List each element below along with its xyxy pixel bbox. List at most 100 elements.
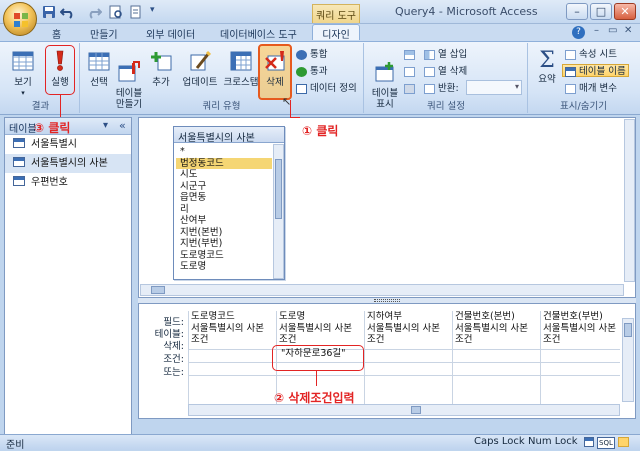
grid-cell-criteria[interactable] — [189, 346, 276, 358]
grid-cell-table[interactable]: 서울특별시의 사본 — [189, 323, 276, 335]
update-icon — [190, 50, 212, 71]
grid-cell-table[interactable]: 서울특별시의 사본 — [541, 323, 620, 335]
nav-pane-dropdown-icon[interactable]: ▾ — [103, 120, 108, 131]
nav-item-postal-code[interactable]: 우편번호 — [5, 173, 131, 192]
field-item-selected[interactable]: 법정동코드 — [176, 157, 272, 169]
delete-columns-button[interactable]: 열 삭제 — [424, 65, 467, 78]
field-item[interactable]: 지번(부번) — [176, 238, 272, 250]
tab-database-tools[interactable]: 데이터베이스 도구 — [212, 25, 305, 41]
parameters-button[interactable]: 매개 변수 — [565, 82, 617, 95]
insert-rows-button[interactable] — [404, 48, 418, 61]
table-names-button[interactable]: 테이블 이름 — [562, 64, 629, 77]
select-query-button[interactable]: 선택 — [84, 50, 114, 88]
data-definition-button[interactable]: 데이터 정의 — [296, 82, 357, 95]
delete-rows-button[interactable] — [404, 65, 418, 78]
maximize-button[interactable]: □ — [590, 3, 612, 20]
grid-column[interactable]: 지하여부 서울특별시의 사본 조건 — [364, 311, 452, 405]
view-button[interactable]: 보기 ▾ — [8, 50, 38, 99]
builder-button[interactable] — [404, 82, 418, 95]
field-item[interactable]: * — [176, 146, 272, 158]
union-button[interactable]: 통합 — [296, 48, 327, 61]
grid-cell-delete[interactable]: 조건 — [277, 334, 364, 346]
grid-horizontal-scrollbar[interactable] — [188, 404, 620, 416]
datasheet-view-icon[interactable] — [584, 437, 594, 447]
insert-columns-button[interactable]: 열 삽입 — [424, 48, 467, 61]
field-item[interactable]: 지번(본번) — [176, 227, 272, 239]
upper-scroll-thumb[interactable] — [151, 286, 165, 294]
tab-design[interactable]: 디자인 — [312, 24, 360, 41]
minimize-button[interactable]: – — [566, 3, 588, 20]
grid-column[interactable]: 건물번호(부번) 서울특별시의 사본 조건 — [540, 311, 620, 405]
field-item[interactable]: 산여부 — [176, 215, 272, 227]
nav-pane-collapse-icon[interactable]: « — [119, 119, 126, 132]
grid-cell-delete[interactable]: 조건 — [541, 334, 620, 346]
grid-cell-field[interactable]: 건물번호(부번) — [541, 311, 620, 323]
return-value-select[interactable]: ▾ — [466, 80, 522, 95]
grid-cell-criteria[interactable] — [453, 346, 540, 358]
save-icon[interactable] — [42, 5, 58, 19]
append-button[interactable]: 추가 — [146, 50, 176, 88]
grid-cell-table[interactable]: 서울특별시의 사본 — [453, 323, 540, 335]
grid-cell-table[interactable]: 서울특별시의 사본 — [277, 323, 364, 335]
grid-column[interactable]: 도로명코드 서울특별시의 사본 조건 — [188, 311, 276, 405]
close-button[interactable]: ✕ — [614, 3, 636, 20]
grid-cell-field[interactable]: 건물번호(본번) — [453, 311, 540, 323]
pass-through-button[interactable]: 통과 — [296, 65, 327, 78]
sigma-icon: Σ — [539, 48, 555, 73]
grid-vscroll-thumb[interactable] — [624, 323, 632, 337]
grid-column[interactable]: 건물번호(본번) 서울특별시의 사본 조건 — [452, 311, 540, 405]
table-icon — [13, 176, 25, 186]
make-table-button[interactable]: 테이블 만들기 — [114, 50, 144, 121]
tab-create[interactable]: 만들기 — [82, 25, 126, 41]
print-preview-icon[interactable] — [108, 5, 124, 19]
tab-external-data[interactable]: 외부 데이터 — [138, 25, 203, 41]
run-button[interactable]: 실행 — [45, 50, 75, 88]
grid-cell-delete[interactable]: 조건 — [453, 334, 540, 346]
append-icon — [151, 52, 172, 71]
nav-item-seoul[interactable]: 서울특별시 — [5, 135, 131, 154]
grid-vertical-scrollbar[interactable] — [622, 318, 634, 402]
undo-icon[interactable] — [59, 5, 76, 19]
field-list-scroll-thumb[interactable] — [275, 159, 282, 219]
field-item[interactable]: 리 — [176, 204, 272, 216]
customize-quick-access-icon[interactable]: ▾ — [150, 5, 166, 19]
totals-button[interactable]: Σ 요약 — [532, 48, 562, 86]
annotation-enter-criteria: ② 삭제조건입력 — [274, 391, 355, 405]
upper-horizontal-scrollbar[interactable] — [140, 284, 624, 296]
grid-cell-delete[interactable]: 조건 — [365, 334, 452, 346]
office-button[interactable] — [3, 2, 37, 36]
grid-cell-criteria[interactable] — [365, 346, 452, 358]
field-item[interactable]: 도로명코드 — [176, 250, 272, 262]
quick-print-icon[interactable] — [128, 5, 144, 19]
datasheet-view-icon — [12, 51, 34, 71]
update-button[interactable]: 업데이트 — [180, 50, 220, 88]
field-item[interactable]: 읍면동 — [176, 192, 272, 204]
field-item[interactable]: 도로명 — [176, 261, 272, 273]
grid-cell-table[interactable]: 서울특별시의 사본 — [365, 323, 452, 335]
field-list-scrollbar[interactable] — [273, 144, 284, 279]
design-view-icon[interactable] — [618, 437, 629, 447]
field-item[interactable]: 시도 — [176, 169, 272, 181]
nav-item-seoul-copy[interactable]: 서울특별시의 사본 — [5, 154, 131, 173]
ribbon-window-close-icon[interactable]: ✕ — [624, 25, 632, 36]
show-table-button[interactable]: 테이블 표시 — [370, 50, 400, 121]
grid-cell-criteria[interactable] — [541, 346, 620, 358]
property-sheet-button[interactable]: 속성 시트 — [565, 48, 617, 61]
ribbon-window-restore-icon[interactable]: ▭ — [608, 25, 617, 36]
grid-hscroll-thumb[interactable] — [411, 406, 421, 414]
grid-cell-delete[interactable]: 조건 — [189, 334, 276, 346]
grid-cell-field[interactable]: 지하여부 — [365, 311, 452, 323]
delete-query-button[interactable]: 삭제 — [260, 50, 290, 88]
table-field-list[interactable]: 서울특별시의 사본 * 법정동코드 시도 시군구 읍면동 리 산여부 지번(본번… — [173, 126, 285, 280]
upper-vertical-scrollbar[interactable] — [624, 119, 635, 282]
union-label: 통합 — [310, 49, 328, 60]
sql-view-button[interactable]: SQL — [597, 437, 615, 449]
redo-icon[interactable] — [86, 5, 103, 19]
tab-home[interactable]: 홈 — [44, 25, 69, 41]
field-item[interactable]: 시군구 — [176, 181, 272, 193]
ribbon-window-min-icon[interactable]: – — [594, 25, 599, 36]
grid-cell-field[interactable]: 도로명코드 — [189, 311, 276, 323]
grid-cell-field[interactable]: 도로명 — [277, 311, 364, 323]
help-icon[interactable]: ? — [572, 26, 585, 39]
crosstab-button[interactable]: 크로스탭 — [221, 50, 261, 88]
